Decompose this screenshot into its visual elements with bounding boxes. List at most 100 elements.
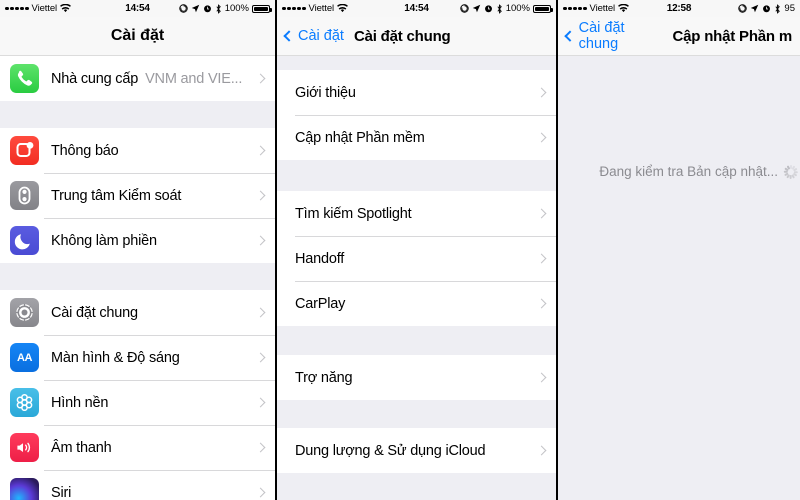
settings-row-display-brightness[interactable]: AA Màn hình & Độ sáng [0, 335, 275, 380]
settings-list-2[interactable]: Giới thiệu Cập nhật Phần mềm Tìm kiếm Sp… [277, 56, 556, 500]
settings-list-1[interactable]: Nhà cung cấp VNM and VIE... Thông báo Tr… [0, 56, 275, 500]
control-center-icon [10, 181, 39, 210]
settings-row-control-center[interactable]: Trung tâm Kiểm soát [0, 173, 275, 218]
back-button-label-2: Cài đặt [298, 28, 344, 44]
general-row-software-update[interactable]: Cập nhật Phần mềm [277, 115, 556, 160]
general-group-features: Tìm kiếm Spotlight Handoff CarPlay [277, 191, 556, 326]
general-row-accessibility[interactable]: Trợ năng [277, 355, 556, 400]
nav-bar-2: Cài đặt Cài đặt chung [277, 17, 556, 56]
back-button-label-3: Cài đặt chung [578, 20, 625, 52]
activity-spinner-icon [783, 164, 798, 179]
settings-row-carrier-value: VNM and VIE... [145, 70, 243, 87]
siri-icon [10, 478, 39, 500]
page-title-3: Cập nhật Phần m [672, 27, 792, 45]
settings-row-wallpaper[interactable]: Hình nền [0, 380, 275, 425]
phone-panel-settings-root: Viettel 14:54 100% Cài đặt Nhà cung cấp … [0, 0, 277, 500]
signal-strength-icon [563, 6, 587, 11]
page-title-1: Cài đặt [110, 27, 165, 44]
status-bar-left-2: Viettel [282, 3, 348, 14]
settings-row-do-not-disturb[interactable]: Không làm phiền [0, 218, 275, 263]
notifications-icon [10, 136, 39, 165]
general-row-spotlight-search-label: Tìm kiếm Spotlight [295, 205, 412, 222]
general-row-carplay[interactable]: CarPlay [277, 281, 556, 326]
chevron-right-icon [536, 372, 547, 383]
general-row-software-update-label: Cập nhật Phần mềm [295, 129, 425, 146]
settings-row-control-center-label: Trung tâm Kiểm soát [51, 187, 182, 204]
alarm-clock-icon-2 [484, 4, 493, 13]
battery-percent-2: 100% [505, 3, 530, 14]
chevron-right-icon [255, 442, 266, 453]
general-row-spotlight-search[interactable]: Tìm kiếm Spotlight [277, 191, 556, 236]
chevron-right-icon [255, 307, 266, 318]
status-bar-1: Viettel 14:54 100% [0, 0, 275, 17]
battery-icon-1 [252, 4, 272, 13]
section-gap-2d [277, 400, 556, 428]
gear-icon [10, 298, 39, 327]
location-arrow-icon-3 [750, 4, 759, 13]
general-row-icloud-storage-label: Dung lượng & Sử dụng iCloud [295, 442, 486, 459]
chevron-right-icon [255, 235, 266, 246]
nav-bar-3: Cài đặt chung Cập nhật Phần m [558, 17, 800, 56]
page-title-2: Cài đặt chung [353, 27, 451, 45]
rotation-lock-icon-2 [459, 4, 469, 13]
alarm-clock-icon-1 [203, 4, 212, 13]
phone-panel-software-update: Viettel 12:58 95 Cài đặt chung Cập nhật … [558, 0, 800, 500]
status-bar-3: Viettel 12:58 95 [558, 0, 800, 17]
back-button-3[interactable]: Cài đặt chung [564, 20, 662, 52]
settings-row-general[interactable]: Cài đặt chung [0, 290, 275, 335]
display-brightness-icon: AA [10, 343, 39, 372]
bluetooth-icon-1 [215, 3, 222, 14]
settings-group-general: Cài đặt chung AA Màn hình & Độ sáng Hình… [0, 290, 275, 500]
settings-row-display-brightness-label: Màn hình & Độ sáng [51, 349, 180, 366]
settings-row-carrier[interactable]: Nhà cung cấp VNM and VIE... [0, 56, 275, 101]
settings-group-notifications: Thông báo Trung tâm Kiểm soát Không làm … [0, 128, 275, 263]
settings-row-siri[interactable]: Siri [0, 470, 275, 500]
general-row-handoff[interactable]: Handoff [277, 236, 556, 281]
settings-row-do-not-disturb-label: Không làm phiền [51, 232, 157, 249]
nav-bar-1: Cài đặt [0, 17, 275, 56]
location-arrow-icon-2 [472, 4, 481, 13]
section-gap-2a [277, 56, 556, 70]
chevron-left-icon [283, 30, 295, 42]
chevron-right-icon [255, 145, 266, 156]
status-bar-left-1: Viettel [5, 3, 71, 14]
chevron-right-icon [255, 190, 266, 201]
battery-percent-3: 95 [784, 3, 795, 14]
status-bar-right-2: 100% [459, 3, 553, 14]
general-row-accessibility-label: Trợ năng [295, 369, 353, 386]
chevron-right-icon [536, 87, 547, 98]
wifi-icon-1 [60, 3, 71, 13]
status-bar-right-3: 95 [738, 3, 795, 14]
wifi-icon-3 [618, 3, 629, 13]
section-gap-1a [0, 101, 275, 128]
chevron-right-icon [255, 487, 266, 498]
chevron-right-icon [255, 397, 266, 408]
settings-row-notifications-label: Thông báo [51, 142, 119, 159]
general-row-about[interactable]: Giới thiệu [277, 70, 556, 115]
general-row-handoff-label: Handoff [295, 250, 345, 267]
update-status-label: Đang kiểm tra Bản cập nhật... [599, 164, 778, 179]
sound-icon [10, 433, 39, 462]
battery-percent-1: 100% [224, 3, 249, 14]
bluetooth-icon-2 [496, 3, 503, 14]
do-not-disturb-icon [10, 226, 39, 255]
alarm-clock-icon-3 [762, 4, 771, 13]
screenshot-root: Viettel 14:54 100% Cài đặt Nhà cung cấp … [0, 0, 800, 500]
general-row-icloud-storage[interactable]: Dung lượng & Sử dụng iCloud [277, 428, 556, 473]
wifi-icon-2 [337, 3, 348, 13]
location-arrow-icon-1 [191, 4, 200, 13]
status-bar-left-3: Viettel [563, 3, 629, 14]
settings-row-sounds[interactable]: Âm thanh [0, 425, 275, 470]
general-row-carplay-label: CarPlay [295, 295, 346, 312]
chevron-right-icon [536, 132, 547, 143]
settings-row-notifications[interactable]: Thông báo [0, 128, 275, 173]
rotation-lock-icon-1 [178, 4, 188, 13]
chevron-right-icon [255, 73, 266, 84]
general-group-storage: Dung lượng & Sử dụng iCloud [277, 428, 556, 473]
section-gap-1b [0, 263, 275, 290]
carrier-label-1: Viettel [31, 3, 58, 14]
rotation-lock-icon-3 [738, 4, 748, 13]
phone-panel-general-settings: Viettel 14:54 100% Cài đặt Cài đặt chung… [277, 0, 558, 500]
chevron-right-icon [536, 253, 547, 264]
back-button-2[interactable]: Cài đặt [283, 28, 344, 44]
